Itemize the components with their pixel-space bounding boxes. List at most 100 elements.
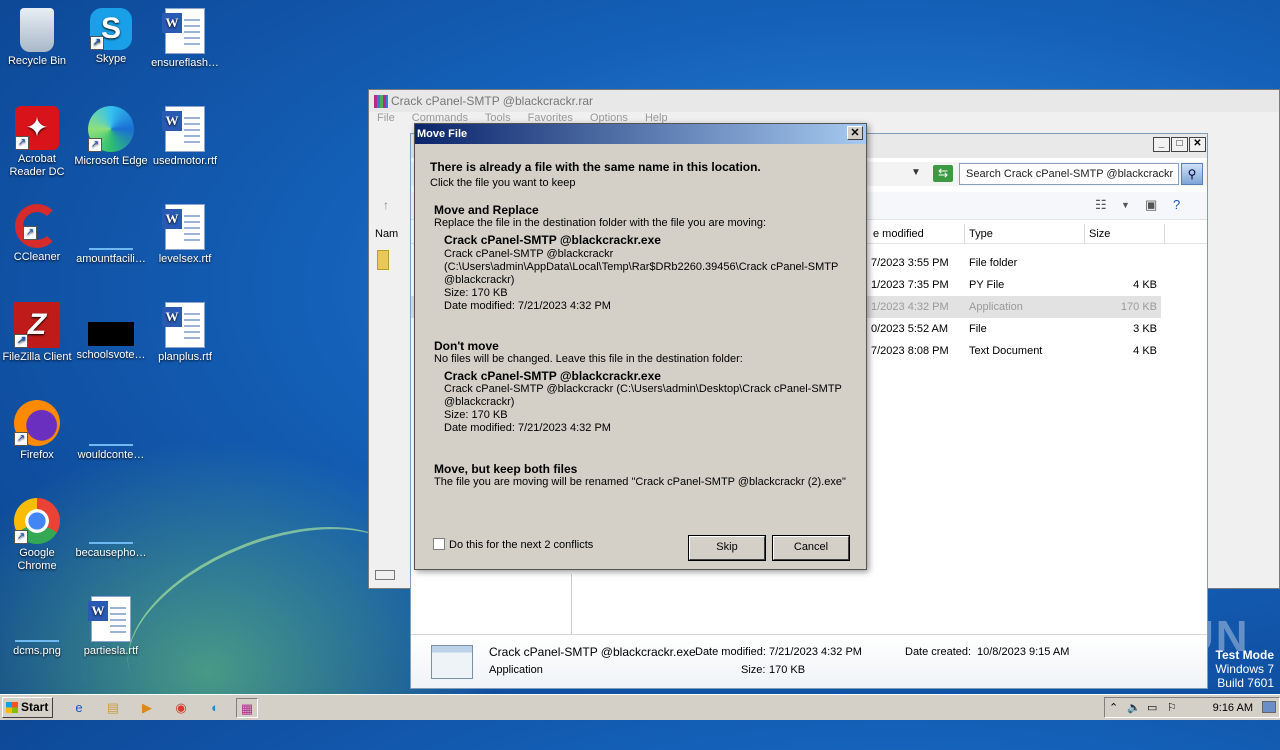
view-options-icon[interactable]: ☷ bbox=[1095, 197, 1107, 213]
desktop-icon-planplus[interactable]: W planplus.rtf bbox=[148, 302, 222, 364]
dialog-titlebar[interactable]: Move File ✕ bbox=[415, 124, 866, 144]
file-icon bbox=[89, 538, 133, 544]
dont-move-size: Size: 170 KB bbox=[444, 409, 508, 421]
replace-size: Size: 170 KB bbox=[444, 287, 508, 299]
preview-pane-icon[interactable]: ▣ bbox=[1145, 197, 1157, 213]
desktop-icon-levelsex[interactable]: W levelsex.rtf bbox=[148, 204, 222, 266]
word-document-icon: W bbox=[162, 8, 205, 54]
row-modified: 1/2023 4:32 PM bbox=[871, 301, 949, 313]
replace-file-name: Crack cPanel-SMTP @blackcrackr.exe bbox=[444, 233, 661, 247]
search-input[interactable]: Search Crack cPanel-SMTP @blackcrackr bbox=[959, 163, 1179, 185]
show-desktop-button[interactable] bbox=[1262, 701, 1276, 713]
chevron-down-icon[interactable]: ▼ bbox=[1121, 200, 1130, 210]
desktop-icon-label: Skype bbox=[95, 53, 127, 65]
row-modified: 7/2023 3:55 PM bbox=[871, 257, 949, 269]
next-conflicts-checkbox[interactable] bbox=[433, 538, 445, 550]
desktop-icon-partiesla[interactable]: W partiesla.rtf bbox=[74, 596, 148, 658]
windows-logo-icon bbox=[6, 702, 18, 713]
desktop-icon-label: dcms.png bbox=[13, 645, 61, 657]
drive-icon[interactable] bbox=[375, 570, 395, 580]
firefox-icon: ↗ bbox=[14, 400, 60, 446]
dont-move-modified: Date modified: 7/21/2023 4:32 PM bbox=[444, 422, 611, 434]
column-size[interactable]: Size bbox=[1085, 224, 1165, 244]
desktop-icon-chrome[interactable]: ↗ Google Chrome bbox=[0, 498, 74, 573]
move-file-dialog[interactable]: Move File ✕ There is already a file with… bbox=[414, 123, 867, 570]
start-button[interactable]: Start bbox=[2, 697, 53, 718]
close-button[interactable]: ✕ bbox=[1189, 137, 1206, 152]
details-file-name: Crack cPanel-SMTP @blackcrackr.exe bbox=[489, 645, 696, 659]
black-file-icon bbox=[88, 322, 134, 346]
cancel-button[interactable]: Cancel bbox=[772, 535, 850, 561]
winrar-icon[interactable]: ▦ bbox=[236, 698, 258, 718]
clock[interactable]: 9:16 AM bbox=[1213, 702, 1253, 714]
minimize-button[interactable]: _ bbox=[1153, 137, 1170, 152]
chrome-icon[interactable]: ◉ bbox=[170, 698, 192, 718]
desktop-icon-label: Recycle Bin bbox=[7, 55, 67, 67]
desktop-icon-firefox[interactable]: ↗ Firefox bbox=[0, 400, 74, 462]
desktop-icon-amountfacili[interactable]: amountfacili… bbox=[74, 204, 148, 266]
chevron-down-icon[interactable]: ▼ bbox=[911, 167, 921, 178]
edge-icon[interactable]: ◐ bbox=[204, 698, 226, 718]
volume-icon[interactable]: 🔈 bbox=[1127, 701, 1141, 714]
keep-both-title: Move, but keep both files bbox=[434, 462, 578, 476]
refresh-icon[interactable]: ⇆ bbox=[933, 165, 953, 182]
column-type[interactable]: Type bbox=[965, 224, 1085, 244]
test-mode-line2: Windows 7 bbox=[1215, 662, 1274, 676]
desktop-icon-usedmotor[interactable]: W usedmotor.rtf bbox=[148, 106, 222, 168]
search-icon[interactable]: ⚲ bbox=[1181, 163, 1203, 185]
replace-path-line2: (C:\Users\admin\AppData\Local\Temp\Rar$D… bbox=[444, 261, 839, 273]
desktop-icon-schoolsvote[interactable]: schoolsvote… bbox=[74, 302, 148, 362]
desktop-icon-label: planplus.rtf bbox=[158, 351, 212, 363]
edge-icon: ↗ bbox=[88, 106, 134, 152]
dont-move-path-line2: @blackcrackr) bbox=[444, 396, 515, 408]
chrome-icon: ↗ bbox=[14, 498, 60, 544]
taskbar: Start e ▤ ▶ ◉ ◐ ▦ ⌃ 🔈 ▭ ⚐ 9:16 AM bbox=[0, 694, 1280, 720]
desktop-icon-filezilla[interactable]: Z ↗ FileZilla Client bbox=[0, 302, 74, 364]
winrar-icon bbox=[374, 95, 388, 108]
desktop-icon-becausepho[interactable]: becausepho… bbox=[74, 498, 148, 560]
explorer-icon[interactable]: ▤ bbox=[102, 698, 124, 718]
ie-icon[interactable]: e bbox=[68, 698, 90, 718]
details-size-value: 170 KB bbox=[769, 664, 806, 676]
details-pane: Crack cPanel-SMTP @blackcrackr.exe Appli… bbox=[411, 634, 1207, 688]
keep-both-desc: The file you are moving will be renamed … bbox=[434, 476, 846, 488]
desktop-icon-skype[interactable]: S ↗ Skype bbox=[74, 8, 148, 66]
desktop-icon-label: partiesla.rtf bbox=[83, 645, 139, 657]
media-player-icon[interactable]: ▶ bbox=[136, 698, 158, 718]
replace-modified: Date modified: 7/21/2023 4:32 PM bbox=[444, 300, 611, 312]
next-conflicts-label[interactable]: Do this for the next 2 conflicts bbox=[449, 539, 593, 551]
filezilla-icon: Z ↗ bbox=[14, 302, 60, 348]
replace-path-line3: @blackcrackr) bbox=[444, 274, 515, 286]
network-icon[interactable]: ▭ bbox=[1147, 701, 1157, 714]
desktop-icon-label: Microsoft Edge bbox=[74, 155, 148, 167]
skip-button[interactable]: Skip bbox=[688, 535, 766, 561]
up-arrow-icon[interactable]: ↑ bbox=[383, 198, 389, 212]
desktop-icon-label: schoolsvote… bbox=[76, 349, 146, 361]
desktop-icon-recycle-bin[interactable]: Recycle Bin bbox=[0, 8, 74, 68]
help-icon[interactable]: ? bbox=[1173, 197, 1180, 212]
row-modified: 7/2023 8:08 PM bbox=[871, 345, 949, 357]
desktop-icon-dcms[interactable]: dcms.png bbox=[0, 596, 74, 658]
menu-file[interactable]: File bbox=[377, 112, 395, 124]
column-date-modified[interactable]: e modified bbox=[869, 224, 965, 244]
dialog-close-button[interactable]: ✕ bbox=[847, 126, 863, 140]
winrar-titlebar[interactable]: Crack cPanel-SMTP @blackcrackr.rar bbox=[369, 90, 1279, 112]
ccleaner-icon: ↗ bbox=[15, 204, 59, 248]
desktop-icon-label: Google Chrome bbox=[17, 547, 57, 572]
desktop-icon-acrobat[interactable]: ✦ ↗ Acrobat Reader DC bbox=[0, 106, 74, 179]
chevron-up-icon[interactable]: ⌃ bbox=[1109, 701, 1118, 714]
name-column-header[interactable]: Nam bbox=[375, 228, 398, 240]
flag-icon[interactable]: ⚐ bbox=[1167, 701, 1177, 714]
details-file-kind: Application bbox=[489, 664, 543, 676]
desktop-icon-ccleaner[interactable]: ↗ CCleaner bbox=[0, 204, 74, 264]
maximize-button[interactable]: □ bbox=[1171, 137, 1188, 152]
test-mode-line1: Test Mode bbox=[1215, 648, 1274, 662]
details-created-value: 10/8/2023 9:15 AM bbox=[977, 646, 1070, 658]
nav-pane-divider[interactable] bbox=[571, 574, 572, 636]
dont-move-desc: No files will be changed. Leave this fil… bbox=[434, 353, 743, 365]
desktop-icon-edge[interactable]: ↗ Microsoft Edge bbox=[74, 106, 148, 168]
desktop-icon-ensureflash[interactable]: W ensureflash… bbox=[148, 8, 222, 70]
desktop-icon-label: becausepho… bbox=[75, 547, 147, 559]
details-size-label: Size: bbox=[741, 664, 766, 676]
desktop-icon-wouldconte[interactable]: wouldconte… bbox=[74, 400, 148, 462]
